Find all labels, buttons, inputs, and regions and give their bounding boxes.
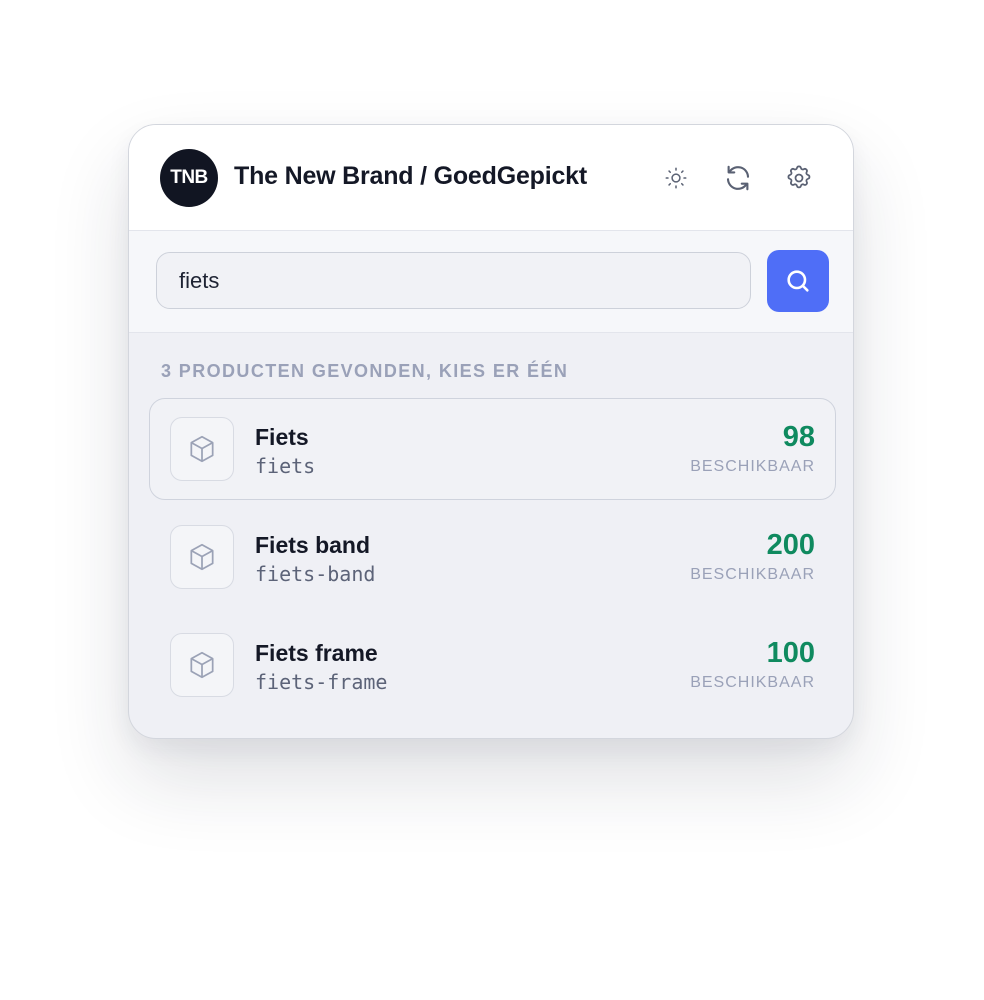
search-bar xyxy=(129,231,853,333)
product-slug: fiets-frame xyxy=(255,670,388,694)
gear-icon xyxy=(787,165,811,189)
box-icon xyxy=(190,543,214,571)
refresh-icon xyxy=(726,165,750,191)
product-quantity: 100 xyxy=(766,637,815,669)
refresh-button[interactable] xyxy=(719,159,757,197)
product-name: Fiets frame xyxy=(255,640,378,666)
theme-toggle-button[interactable] xyxy=(657,159,695,197)
box-icon xyxy=(190,651,214,679)
product-item[interactable]: Fiets frame fiets-frame 100 BESCHIKBAAR xyxy=(149,614,836,716)
brand-logo: TNB xyxy=(160,149,218,207)
settings-button[interactable] xyxy=(780,159,818,197)
product-thumbnail xyxy=(170,633,234,697)
page-title: The New Brand / GoedGepickt xyxy=(234,162,587,190)
sun-icon xyxy=(665,167,687,189)
search-button[interactable] xyxy=(767,250,829,312)
product-picker-card: TNB The New Brand / GoedGepickt fiets 3 … xyxy=(128,124,854,739)
product-thumbnail xyxy=(170,525,234,589)
product-slug: fiets xyxy=(255,454,316,478)
availability-label: BESCHIKBAAR xyxy=(690,674,815,691)
product-quantity: 98 xyxy=(782,421,815,453)
search-icon xyxy=(787,270,809,292)
box-icon xyxy=(190,435,214,463)
product-name: Fiets band xyxy=(255,532,371,558)
search-input[interactable] xyxy=(156,252,751,309)
availability-label: BESCHIKBAAR xyxy=(690,566,815,583)
product-item[interactable]: Fiets band fiets-band 200 BESCHIKBAAR xyxy=(149,506,836,608)
results-count-label: 3 PRODUCTEN GEVONDEN, KIES ER ÉÉN xyxy=(161,361,569,381)
product-thumbnail xyxy=(170,417,234,481)
availability-label: BESCHIKBAAR xyxy=(690,458,815,475)
product-quantity: 200 xyxy=(766,529,815,561)
product-name: Fiets xyxy=(255,424,309,450)
header: TNB The New Brand / GoedGepickt xyxy=(129,125,853,231)
product-item[interactable]: Fiets fiets 98 BESCHIKBAAR xyxy=(149,398,836,500)
product-slug: fiets-band xyxy=(255,562,376,586)
